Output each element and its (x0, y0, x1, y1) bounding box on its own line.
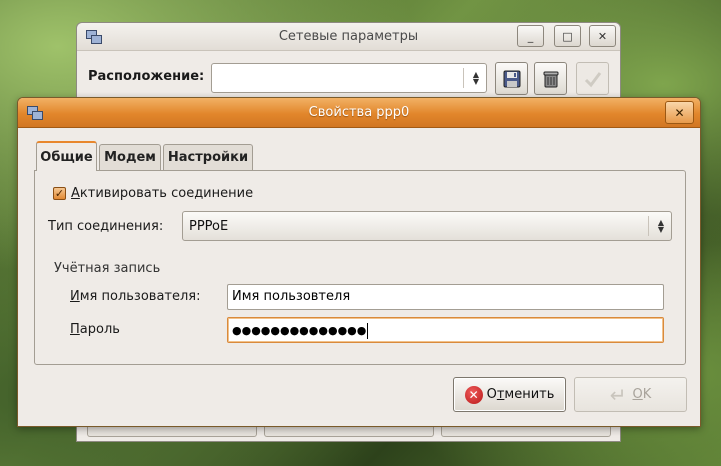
maximize-button[interactable]: □ (554, 25, 581, 47)
tab-general[interactable]: Общие (36, 141, 97, 171)
spin-arrows-icon: ▲ ▼ (657, 218, 665, 234)
tab-label: Модем (104, 150, 156, 165)
checkmark-icon (584, 71, 601, 87)
connection-type-label: Тип соединения: (48, 219, 164, 234)
location-label: Расположение: (88, 69, 205, 84)
username-input[interactable]: Имя пользовтеля (227, 284, 664, 310)
ok-button[interactable]: ↵ ОK (574, 377, 687, 412)
checkmark-icon: ✓ (54, 187, 65, 200)
save-location-button[interactable] (495, 62, 528, 95)
tab-modem[interactable]: Модем (99, 144, 161, 170)
tab-label: Общие (40, 149, 93, 165)
username-label: Имя пользователя: (70, 289, 201, 304)
delete-location-button[interactable] (534, 62, 567, 95)
activate-connection-checkbox[interactable]: ✓ (53, 187, 66, 200)
minimize-button[interactable]: _ (517, 25, 544, 47)
ppp0-properties-dialog: Свойства ppp0 ✕ Общие Модем Настройки ✓ … (17, 97, 701, 427)
connection-type-combo[interactable]: PPPoE ▲ ▼ (182, 211, 672, 241)
ok-label: ОK (632, 387, 652, 402)
maximize-icon: □ (562, 29, 573, 43)
password-value: ●●●●●●●●●●●●●● (232, 324, 367, 337)
activate-connection-label[interactable]: Активировать соединение (71, 186, 253, 201)
cancel-icon: ✕ (464, 385, 483, 404)
connection-type-value: PPPoE (189, 219, 229, 234)
spin-arrows-icon: ▲ ▼ (472, 70, 480, 86)
close-icon: ✕ (674, 105, 685, 120)
trash-icon (543, 71, 558, 87)
floppy-disk-icon (503, 70, 520, 87)
close-button[interactable]: ✕ (589, 25, 616, 47)
dialog-title: Свойства ppp0 (308, 105, 410, 120)
tab-settings[interactable]: Настройки (163, 144, 253, 170)
apply-location-button[interactable] (576, 62, 609, 95)
tab-label: Настройки (167, 150, 249, 165)
dialog-titlebar[interactable]: Свойства ppp0 ✕ (18, 98, 700, 128)
network-settings-titlebar[interactable]: Сетевые параметры _ □ ✕ (77, 23, 620, 51)
dialog-close-button[interactable]: ✕ (665, 101, 694, 124)
cancel-label: Отменить (486, 387, 555, 402)
password-input[interactable]: ●●●●●●●●●●●●●● (227, 317, 664, 343)
ok-icon: ↵ (609, 382, 627, 407)
cancel-button[interactable]: ✕ Отменить (453, 377, 566, 412)
text-caret (367, 323, 369, 339)
password-label: Пароль (70, 322, 120, 337)
location-combo[interactable]: ▲ ▼ (211, 63, 487, 93)
close-icon: ✕ (597, 29, 608, 43)
minimize-icon: _ (527, 29, 534, 43)
account-section-title: Учётная запись (54, 261, 161, 276)
